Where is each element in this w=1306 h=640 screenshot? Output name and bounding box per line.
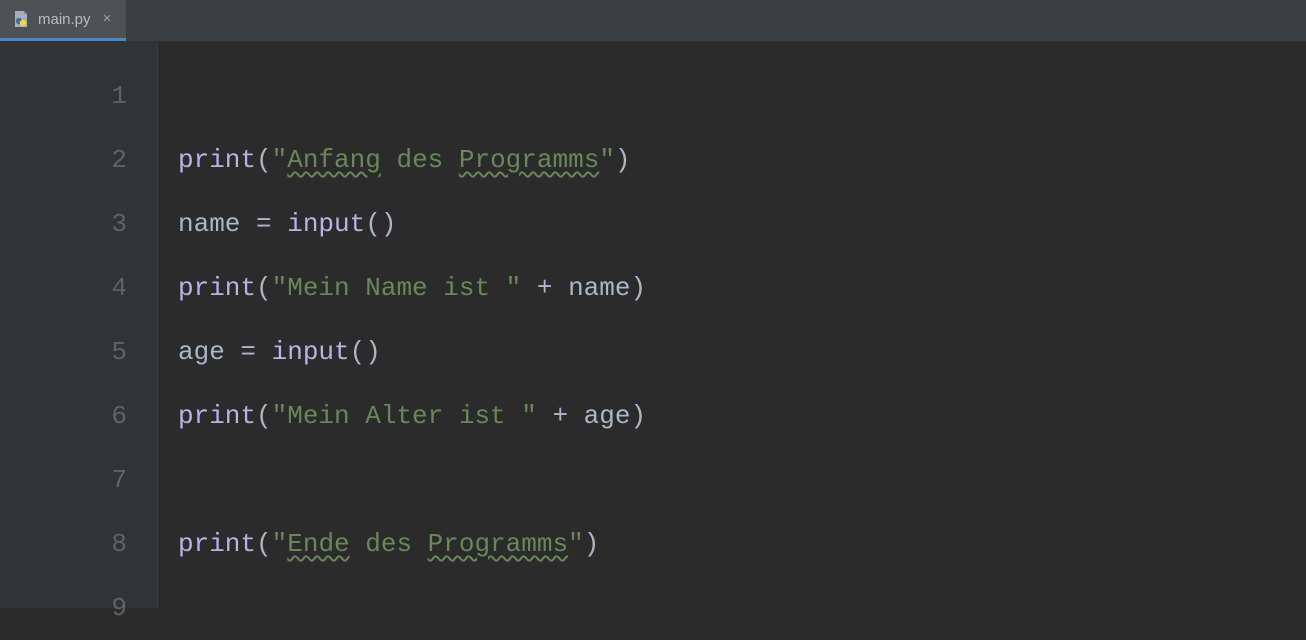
code-line: print("Mein Name ist " + name) [178,256,1306,320]
code-line: print("Mein Alter ist " + age) [178,384,1306,448]
code-token: ( [256,401,272,431]
code-token: age = [178,337,272,367]
code-token: ( [256,273,272,303]
code-token: name = [178,209,287,239]
line-number: 2 [0,128,157,192]
code-token: des [381,145,459,175]
code-line: print("Anfang des Programms") [178,128,1306,192]
code-token: " [599,145,615,175]
code-line: name = input() [178,192,1306,256]
code-token: Programms [428,529,568,559]
line-number: 4 [0,256,157,320]
code-line [178,576,1306,640]
code-token: ) [615,145,631,175]
line-number: 7 [0,448,157,512]
code-token: print [178,145,256,175]
code-token: ) [584,529,600,559]
code-line [178,448,1306,512]
close-icon[interactable]: × [103,11,112,28]
code-token: () [350,337,381,367]
code-line: age = input() [178,320,1306,384]
editor-pane: 123456789 print("Anfang des Programms")n… [0,42,1306,608]
tab-bar: main.py × [0,0,1306,42]
code-token: print [178,273,256,303]
code-token: + age) [537,401,646,431]
line-number: 8 [0,512,157,576]
code-token: " [272,145,288,175]
line-number-gutter: 123456789 [0,42,158,608]
code-token: des [350,529,428,559]
line-number: 9 [0,576,157,640]
code-token: input [272,337,350,367]
code-token: Anfang [287,145,381,175]
line-number: 6 [0,384,157,448]
code-token: print [178,401,256,431]
code-token: print [178,529,256,559]
code-token: () [365,209,396,239]
code-token: " [272,529,288,559]
code-token: ( [256,529,272,559]
line-number: 3 [0,192,157,256]
code-token: "Mein Name ist " [272,273,522,303]
code-token: Ende [287,529,349,559]
code-token: input [287,209,365,239]
code-line [178,64,1306,128]
code-token: ( [256,145,272,175]
line-number: 1 [0,64,157,128]
line-number: 5 [0,320,157,384]
code-line: print("Ende des Programms") [178,512,1306,576]
code-area[interactable]: print("Anfang des Programms")name = inpu… [158,42,1306,608]
code-token: + name) [521,273,646,303]
code-token: "Mein Alter ist " [272,401,537,431]
python-file-icon [12,10,30,28]
code-token: " [568,529,584,559]
editor-tab[interactable]: main.py × [0,0,126,41]
code-token: Programms [459,145,599,175]
tab-filename: main.py [38,11,91,28]
